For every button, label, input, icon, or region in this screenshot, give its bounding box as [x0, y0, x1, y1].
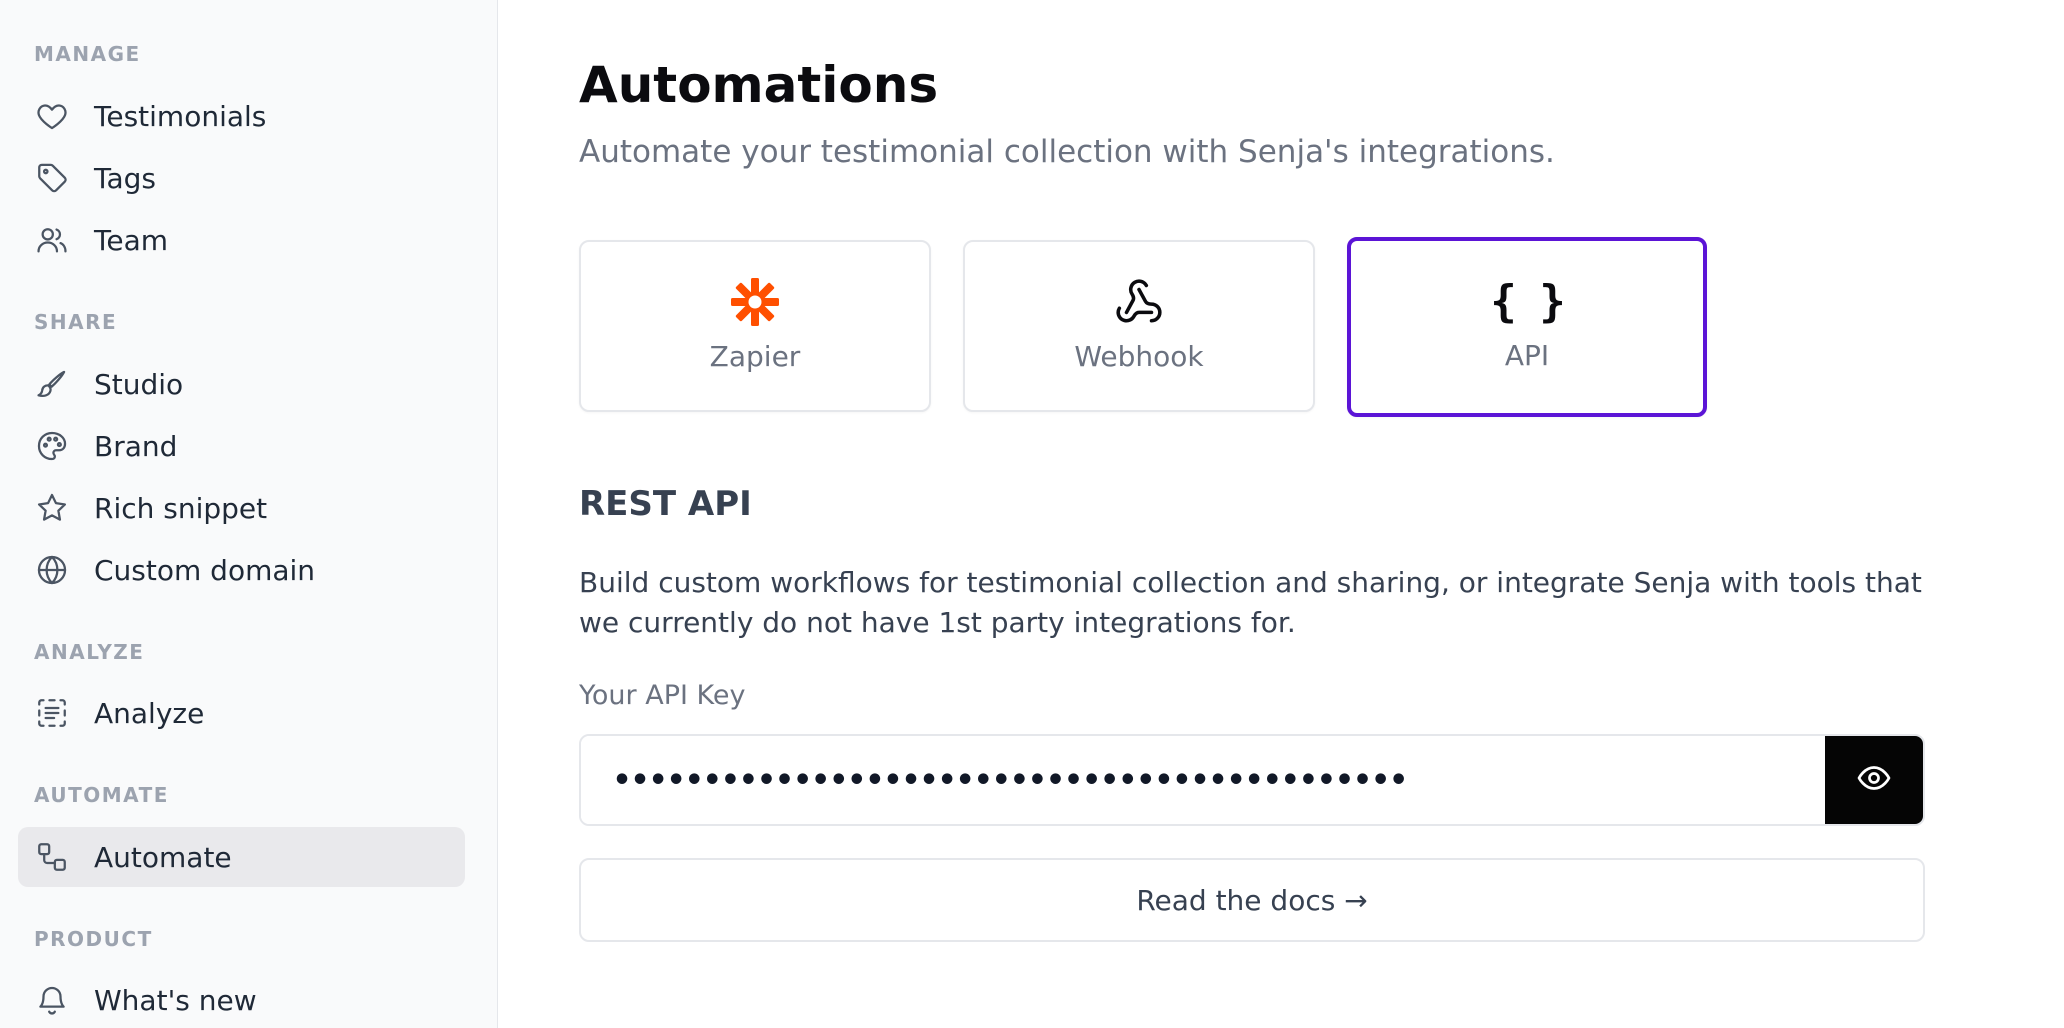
eye-icon: [1856, 760, 1892, 800]
star-icon: [34, 490, 70, 526]
section-label-automate: AUTOMATE: [34, 783, 169, 807]
toggle-visibility-button[interactable]: [1825, 736, 1923, 824]
webhook-icon: [1114, 276, 1164, 328]
paintbrush-icon: [34, 366, 70, 402]
users-icon: [34, 222, 70, 258]
list-scan-icon: [34, 695, 70, 731]
bell-icon: [34, 982, 70, 1018]
section-heading: REST API: [579, 484, 752, 524]
sidebar-item-label: Custom domain: [94, 553, 316, 587]
section-label-share: SHARE: [34, 310, 118, 334]
integration-card-api[interactable]: { } API: [1347, 237, 1707, 417]
sidebar-item-brand[interactable]: Brand: [18, 416, 465, 476]
sidebar-item-analyze[interactable]: Analyze: [18, 683, 465, 743]
sidebar-item-testimonials[interactable]: Testimonials: [18, 86, 465, 146]
sidebar-item-whats-new[interactable]: What's new: [18, 970, 465, 1028]
api-key-label: Your API Key: [579, 680, 746, 711]
api-key-field: [579, 734, 1925, 826]
heart-icon: [34, 98, 70, 134]
sidebar-item-label: What's new: [94, 983, 257, 1017]
sidebar-item-label: Team: [94, 223, 169, 257]
api-key-input[interactable]: [581, 736, 1825, 824]
integration-card-webhook[interactable]: Webhook: [963, 240, 1315, 412]
sidebar-item-label: Rich snippet: [94, 491, 268, 525]
braces-glyph: { }: [1490, 275, 1565, 327]
sidebar-item-label: Brand: [94, 429, 178, 463]
section-description: Build custom workflows for testimonial c…: [579, 566, 1922, 639]
globe-icon: [34, 552, 70, 588]
workflow-icon: [34, 839, 70, 875]
sidebar-item-tags[interactable]: Tags: [18, 148, 465, 208]
tag-icon: [34, 160, 70, 196]
read-docs-button[interactable]: Read the docs →: [579, 858, 1925, 942]
sidebar-item-custom-domain[interactable]: Custom domain: [18, 540, 465, 600]
palette-icon: [34, 428, 70, 464]
sidebar: MANAGE Testimonials Tags Team SHARE Stud…: [0, 0, 498, 1028]
integration-label: Zapier: [709, 340, 801, 373]
page-subtitle: Automate your testimonial collection wit…: [579, 134, 1555, 170]
integration-label: Webhook: [1074, 340, 1204, 373]
sidebar-item-label: Analyze: [94, 696, 205, 730]
section-label-analyze: ANALYZE: [34, 640, 145, 664]
integration-label: API: [1504, 339, 1550, 372]
sidebar-item-label: Studio: [94, 367, 184, 401]
section-label-manage: MANAGE: [34, 42, 141, 66]
page-title: Automations: [579, 56, 939, 114]
sidebar-item-label: Automate: [94, 840, 232, 874]
sidebar-item-automate[interactable]: Automate: [18, 827, 465, 887]
sidebar-item-label: Testimonials: [94, 99, 267, 133]
integration-card-zapier[interactable]: Zapier: [579, 240, 931, 412]
sidebar-item-rich-snippet[interactable]: Rich snippet: [18, 478, 465, 538]
sidebar-item-team[interactable]: Team: [18, 210, 465, 270]
sidebar-item-label: Tags: [94, 161, 156, 195]
zapier-icon: [729, 276, 781, 328]
section-label-product: PRODUCT: [34, 927, 153, 951]
sidebar-item-studio[interactable]: Studio: [18, 354, 465, 414]
braces-icon: { }: [1490, 275, 1565, 327]
